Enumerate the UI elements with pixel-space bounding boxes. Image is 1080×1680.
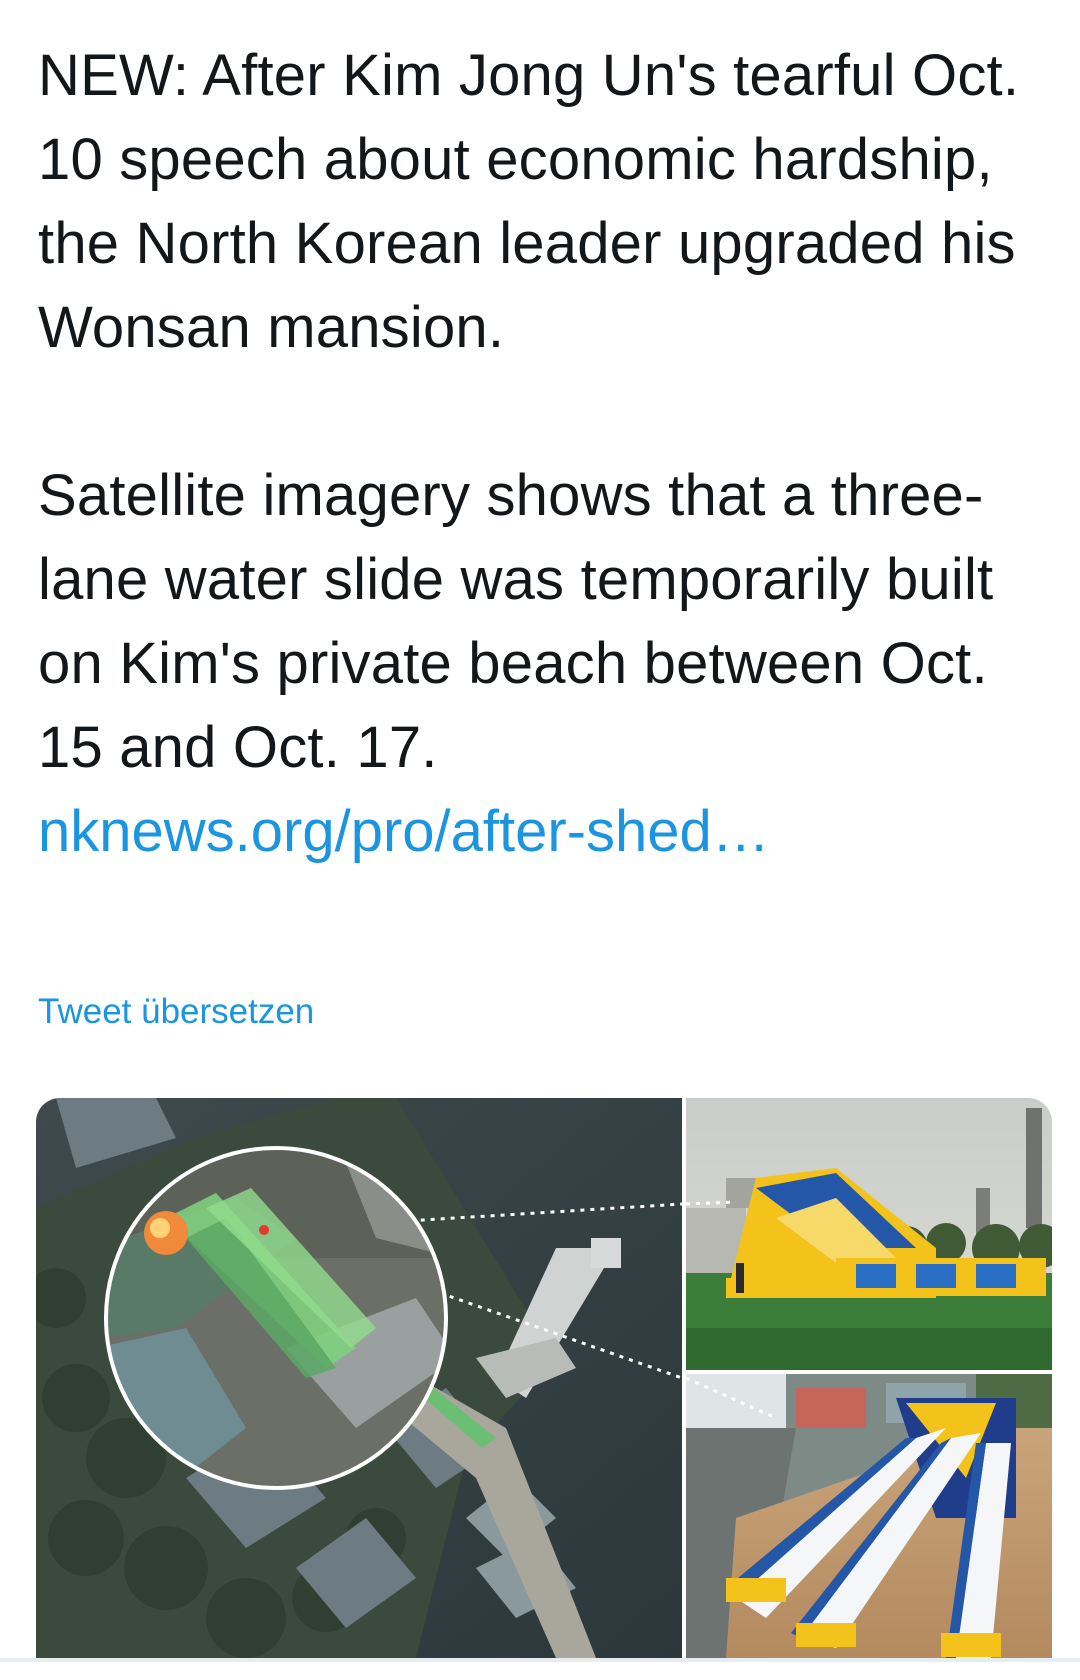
three-lane-slide-photo: [686, 1374, 1052, 1658]
tweet-body: NEW: After Kim Jong Un's tearful Oct. 10…: [38, 34, 1048, 874]
translate-tweet-link[interactable]: Tweet übersetzen: [38, 990, 314, 1034]
tweet-media[interactable]: [36, 1098, 1052, 1658]
inflatable-slide-photo: [686, 1098, 1052, 1370]
divider: [0, 1658, 1080, 1662]
article-link[interactable]: nknews.org/pro/after-shed…: [38, 790, 1048, 874]
tweet-text-paragraph-1: NEW: After Kim Jong Un's tearful Oct. 10…: [38, 43, 1020, 360]
tweet-text-paragraph-2: Satellite imagery shows that a three-lan…: [38, 463, 994, 780]
